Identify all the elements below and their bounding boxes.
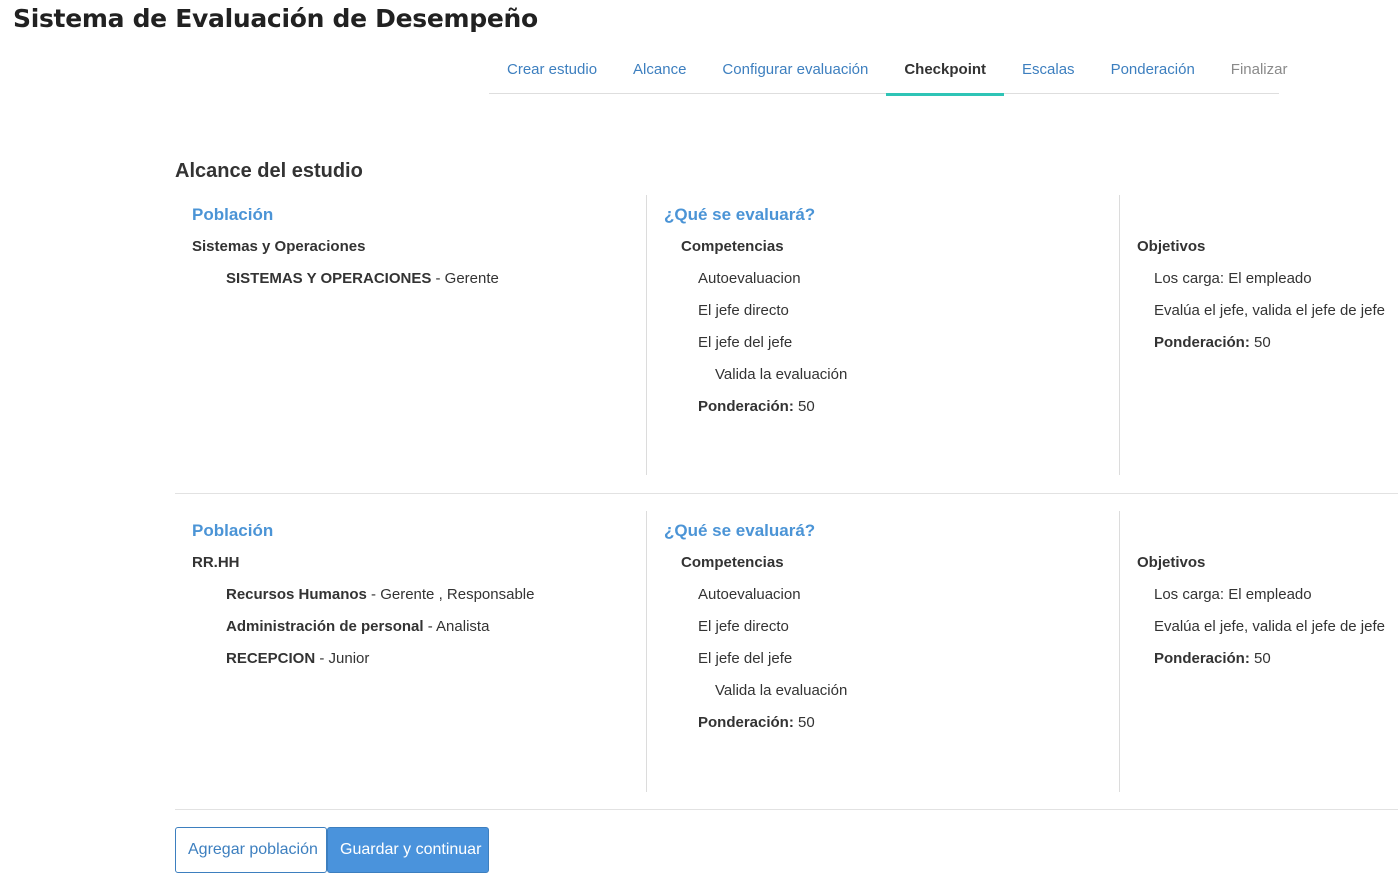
objetivos-title: Objetivos (1137, 554, 1206, 571)
unit-name: Recursos Humanos (226, 586, 367, 603)
evaluation-column: ¿Qué se evaluará? Competencias Autoevalu… (647, 195, 1120, 475)
competencias-weight: Ponderación: 50 (664, 391, 1119, 423)
unit-name: Administración de personal (226, 618, 424, 635)
unit-roles: - Analista (423, 618, 490, 635)
weight-label: Ponderación: (1154, 650, 1250, 667)
competencias-item: Autoevaluacion (698, 586, 801, 603)
weight-value: 50 (1254, 650, 1271, 667)
objetivos-weight: Ponderación: 50 (1137, 327, 1398, 359)
weight-value: 50 (798, 714, 815, 731)
scope-block: Población RR.HH Recursos Humanos - Geren… (175, 511, 1398, 792)
weight-label: Ponderación: (698, 398, 794, 415)
population-unit: SISTEMAS Y OPERACIONES - Gerente (192, 263, 646, 295)
evaluation-heading: ¿Qué se evaluará? (664, 205, 816, 224)
objetivos-weight: Ponderación: 50 (1137, 643, 1398, 675)
block-divider (175, 809, 1398, 810)
population-unit: RECEPCION - Junior (192, 643, 646, 675)
population-column: Población RR.HH Recursos Humanos - Geren… (175, 511, 647, 792)
unit-name: RECEPCION (226, 650, 316, 667)
competencias-validation: Valida la evaluación (715, 682, 848, 699)
tab-finalizar: Finalizar (1230, 61, 1288, 78)
population-unit: Administración de personal - Analista (192, 611, 646, 643)
tab-alcance[interactable]: Alcance (615, 46, 704, 93)
objetivos-item: Los carga: El empleado (1154, 270, 1312, 287)
population-group: Sistemas y Operaciones (192, 238, 366, 255)
competencias-item: El jefe directo (698, 302, 789, 319)
competencias-weight: Ponderación: 50 (664, 707, 1119, 739)
objetivos-item: Evalúa el jefe, valida el jefe de jefe (1154, 618, 1385, 635)
save-continue-button[interactable]: Guardar y continuar (327, 827, 489, 873)
tab-checkpoint[interactable]: Checkpoint (886, 46, 1004, 96)
unit-name: SISTEMAS Y OPERACIONES (226, 270, 432, 287)
objetivos-item: Evalúa el jefe, valida el jefe de jefe (1154, 302, 1385, 319)
wizard-tabs: Crear estudio Alcance Configurar evaluac… (489, 46, 1287, 96)
objectives-column: Objetivos Los carga: El empleado Evalúa … (1120, 511, 1398, 792)
weight-label: Ponderación: (1154, 334, 1250, 351)
evaluation-heading: ¿Qué se evaluará? (664, 521, 816, 540)
unit-roles: - Junior (315, 650, 370, 667)
tab-escalas[interactable]: Escalas (1004, 46, 1093, 93)
population-unit: Recursos Humanos - Gerente , Responsable (192, 579, 646, 611)
objetivos-title: Objetivos (1137, 238, 1206, 255)
section-title: Alcance del estudio (175, 160, 363, 182)
objectives-column: Objetivos Los carga: El empleado Evalúa … (1120, 195, 1398, 475)
competencias-item: El jefe directo (698, 618, 789, 635)
competencias-validation: Valida la evaluación (715, 366, 848, 383)
weight-value: 50 (1254, 334, 1271, 351)
evaluation-column: ¿Qué se evaluará? Competencias Autoevalu… (647, 511, 1120, 792)
scope-block: Población Sistemas y Operaciones SISTEMA… (175, 195, 1398, 475)
app-title: Sistema de Evaluación de Desempeño (13, 4, 538, 33)
add-population-button[interactable]: Agregar población (175, 827, 327, 873)
unit-roles: - Gerente (431, 270, 499, 287)
competencias-title: Competencias (681, 238, 784, 255)
population-group: RR.HH (192, 554, 240, 571)
population-column: Población Sistemas y Operaciones SISTEMA… (175, 195, 647, 475)
unit-roles: - Gerente , Responsable (366, 586, 535, 603)
weight-label: Ponderación: (698, 714, 794, 731)
tab-configurar-evaluacion[interactable]: Configurar evaluación (704, 46, 886, 93)
objetivos-item: Los carga: El empleado (1154, 586, 1312, 603)
population-heading: Población (192, 521, 274, 540)
block-divider (175, 493, 1398, 494)
competencias-item: El jefe del jefe (698, 334, 793, 351)
competencias-title: Competencias (681, 554, 784, 571)
population-heading: Población (192, 205, 274, 224)
weight-value: 50 (798, 398, 815, 415)
tab-ponderacion[interactable]: Ponderación (1093, 46, 1213, 93)
tab-crear-estudio[interactable]: Crear estudio (489, 46, 615, 93)
competencias-item: El jefe del jefe (698, 650, 793, 667)
competencias-item: Autoevaluacion (698, 270, 801, 287)
